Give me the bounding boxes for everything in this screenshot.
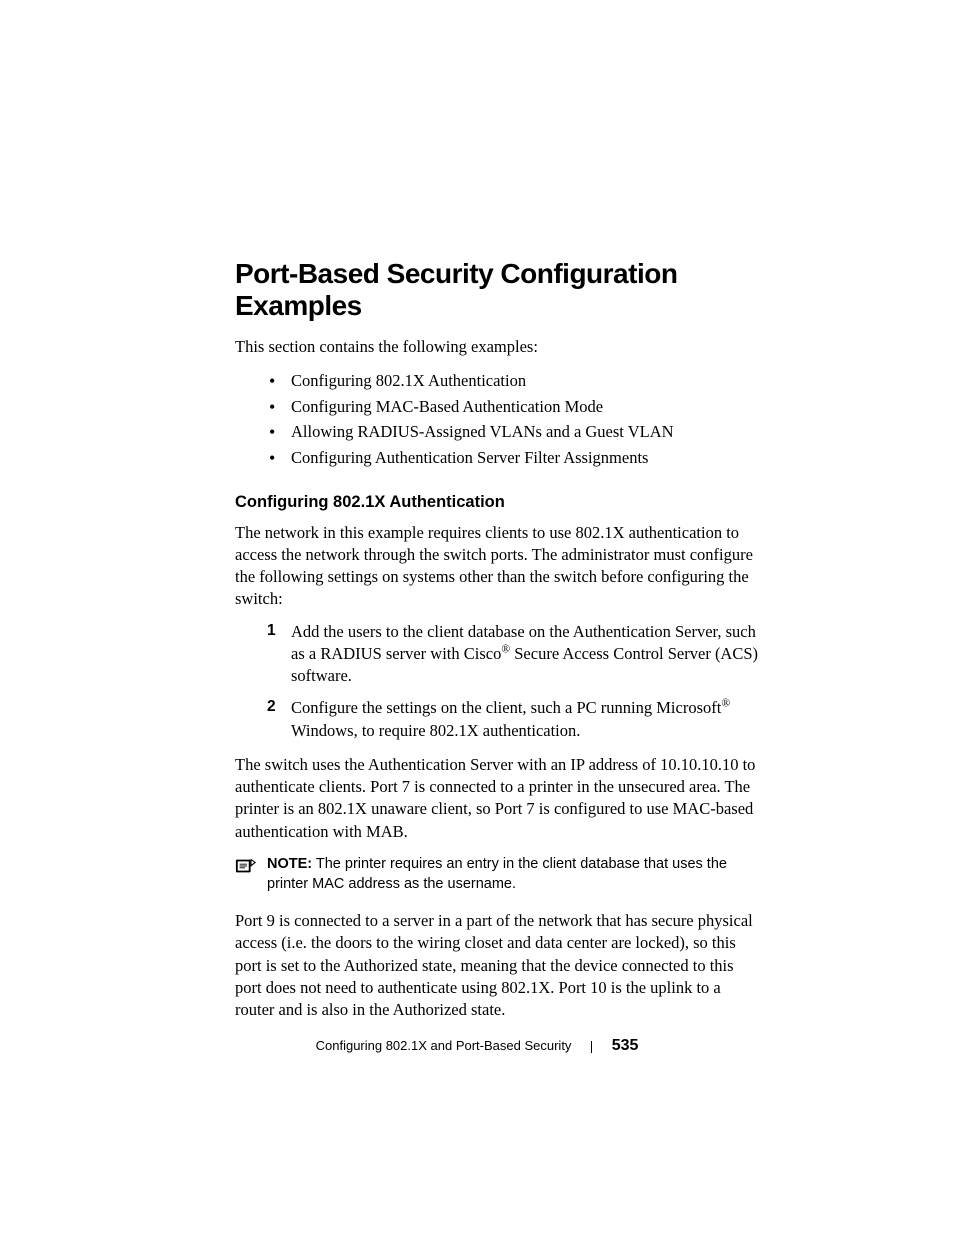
note-callout: NOTE: The printer requires an entry in t… xyxy=(235,855,759,894)
body-paragraph: The network in this example requires cli… xyxy=(235,522,759,611)
section-heading: Port-Based Security Configuration Exampl… xyxy=(235,258,759,322)
note-body: The printer requires an entry in the cli… xyxy=(267,856,727,892)
step-text-b: Windows, to require 802.1X authenticatio… xyxy=(291,721,580,740)
list-item: Configuring Authentication Server Filter… xyxy=(269,445,759,471)
note-label: NOTE: xyxy=(267,856,312,872)
note-text: NOTE: The printer requires an entry in t… xyxy=(267,855,759,894)
footer-page-number: 535 xyxy=(612,1037,639,1054)
page-footer: Configuring 802.1X and Port-Based Securi… xyxy=(0,1037,954,1055)
document-page: Port-Based Security Configuration Exampl… xyxy=(0,0,954,1235)
step-text-a: Configure the settings on the client, su… xyxy=(291,698,721,717)
step-item: Add the users to the client database on … xyxy=(267,621,759,688)
step-item: Configure the settings on the client, su… xyxy=(267,697,759,742)
registered-mark: ® xyxy=(721,698,730,710)
intro-paragraph: This section contains the following exam… xyxy=(235,336,759,358)
body-paragraph: Port 9 is connected to a server in a par… xyxy=(235,910,759,1021)
example-list: Configuring 802.1X Authentication Config… xyxy=(235,368,759,470)
body-paragraph: The switch uses the Authentication Serve… xyxy=(235,754,759,843)
list-item: Configuring MAC-Based Authentication Mod… xyxy=(269,394,759,420)
note-icon xyxy=(235,856,257,876)
footer-chapter-title: Configuring 802.1X and Port-Based Securi… xyxy=(316,1038,572,1053)
registered-mark: ® xyxy=(501,643,510,655)
footer-separator xyxy=(591,1041,592,1053)
subsection-heading: Configuring 802.1X Authentication xyxy=(235,493,759,512)
list-item: Configuring 802.1X Authentication xyxy=(269,368,759,394)
step-list: Add the users to the client database on … xyxy=(235,621,759,742)
list-item: Allowing RADIUS-Assigned VLANs and a Gue… xyxy=(269,419,759,445)
